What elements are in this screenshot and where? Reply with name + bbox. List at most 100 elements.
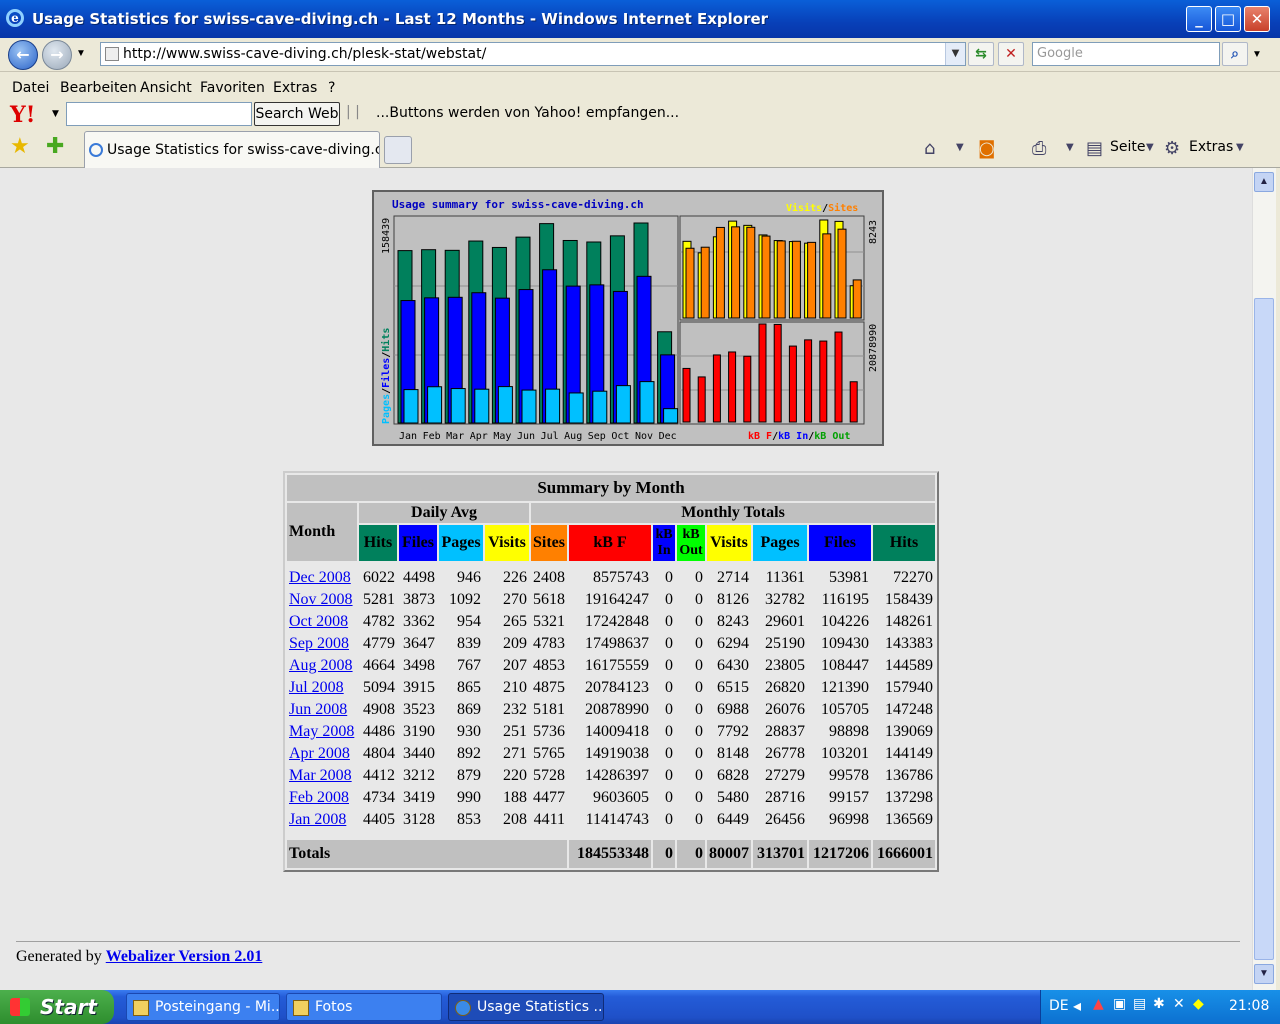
taskbar-outlook[interactable]: Posteingang - Mi...	[126, 993, 280, 1021]
table-row: Aug 2008 4664 3498 767 207 4853 16175559 0 0 6430…	[287, 656, 935, 676]
table-cell: 0	[653, 744, 675, 764]
table-row: Jul 2008 5094 3915 865 210 4875 20784123 0 0 6515…	[287, 678, 935, 698]
menu-ansicht[interactable]: Ansicht	[140, 80, 192, 96]
month-link[interactable]: Mar 2008	[289, 767, 352, 784]
bar-pages	[545, 388, 561, 424]
table-cell: 143383	[873, 634, 935, 654]
taskbar-ie[interactable]: Usage Statistics ...	[448, 993, 604, 1021]
table-cell: 4486	[359, 722, 397, 742]
scroll-up-arrow-icon[interactable]: ▲	[1254, 172, 1274, 192]
menu-bearbeiten[interactable]: Bearbeiten	[60, 80, 137, 96]
bar-pages	[474, 388, 490, 424]
month-link[interactable]: Sep 2008	[289, 635, 349, 652]
top-right-legend: Visits/Sites	[786, 202, 858, 214]
month-link[interactable]: Jan 2008	[289, 811, 346, 828]
url-dropdown-icon[interactable]: ▼	[945, 43, 965, 65]
tray-expand-icon[interactable]: ◂	[1073, 996, 1081, 1015]
tray-security-shield-icon[interactable]: ◆	[1193, 996, 1204, 1012]
yahoo-logo-icon[interactable]: Y!	[10, 102, 35, 128]
month-link[interactable]: Feb 2008	[289, 789, 349, 806]
bar-sites	[807, 241, 817, 319]
scroll-thumb[interactable]	[1254, 298, 1274, 960]
webalizer-link[interactable]: Webalizer Version 2.01	[106, 948, 263, 965]
yahoo-search-button[interactable]: Search Web	[254, 102, 340, 126]
table-cell: 5765	[531, 744, 567, 764]
chart-svg: Usage summary for swiss-cave-diving.ch V…	[380, 198, 879, 442]
refresh-button[interactable]: ⇆	[968, 42, 994, 66]
x-tick-label: Jun	[517, 431, 535, 442]
scroll-down-arrow-icon[interactable]: ▼	[1254, 964, 1274, 984]
home-icon[interactable]: ⌂	[924, 138, 935, 159]
bar-kbf	[773, 323, 782, 423]
search-input[interactable]: Google	[1032, 42, 1220, 66]
history-dropdown-icon[interactable]: ▼	[76, 48, 86, 59]
favorites-star-icon[interactable]: ★	[10, 134, 30, 159]
tray-network-icon[interactable]: ▣	[1113, 996, 1126, 1012]
new-tab-button[interactable]	[384, 136, 412, 164]
bar-kbf	[819, 340, 828, 423]
url-field[interactable]: http://www.swiss-cave-diving.ch/plesk-st…	[100, 42, 966, 66]
start-button[interactable]: Start	[0, 990, 114, 1024]
tools-menu-button[interactable]: Extras	[1189, 139, 1233, 155]
home-dropdown-icon[interactable]: ▼	[956, 142, 964, 153]
table-cell: 139069	[873, 722, 935, 742]
table-cell: 136569	[873, 810, 935, 830]
table-cell: 23805	[753, 656, 807, 676]
table-cell: 5321	[531, 612, 567, 632]
legend-sites: Sites	[828, 202, 858, 214]
table-cell: 8243	[707, 612, 751, 632]
col-kbout: kB Out	[677, 525, 705, 561]
month-link[interactable]: Apr 2008	[289, 745, 350, 762]
menu-help[interactable]: ?	[328, 80, 335, 96]
close-button[interactable]: ✕	[1244, 6, 1270, 32]
vertical-scrollbar[interactable]: ▲ ▼	[1252, 168, 1276, 990]
minimize-button[interactable]: _	[1186, 6, 1212, 32]
month-link[interactable]: Aug 2008	[289, 657, 353, 674]
tab-usage-statistics[interactable]: Usage Statistics for swiss-cave-diving.c…	[84, 131, 380, 168]
month-link[interactable]: Nov 2008	[289, 591, 353, 608]
month-column-header: Month	[287, 503, 357, 561]
month-link[interactable]: May 2008	[289, 723, 354, 740]
print-icon[interactable]: ⎙	[1032, 138, 1046, 159]
table-row: Mar 2008 4412 3212 879 220 5728 14286397 0 0 6828…	[287, 766, 935, 786]
add-favorite-icon[interactable]: ✚	[46, 134, 64, 159]
menu-datei[interactable]: Datei	[12, 80, 49, 96]
table-cell: 4405	[359, 810, 397, 830]
search-button[interactable]: ⌕	[1222, 42, 1248, 66]
table-cell: 144589	[873, 656, 935, 676]
month-link[interactable]: Jun 2008	[289, 701, 347, 718]
page-menu-button[interactable]: Seite	[1110, 139, 1146, 155]
table-cell: 0	[653, 700, 675, 720]
rss-feed-icon[interactable]: ◙	[978, 138, 995, 159]
stop-button[interactable]: ✕	[998, 42, 1024, 66]
print-dropdown-icon[interactable]: ▼	[1066, 142, 1074, 153]
yahoo-dropdown-icon[interactable]: ▼	[52, 109, 59, 119]
maximize-button[interactable]: □	[1215, 6, 1241, 32]
tray-connection-icon[interactable]: ✕	[1173, 996, 1185, 1012]
forward-button[interactable]: →	[42, 40, 72, 70]
summary-rows: Dec 2008 6022 4498 946 226 2408 8575743 0 0 2714 1…	[287, 563, 935, 830]
back-button[interactable]: ←	[8, 40, 38, 70]
address-toolbar: ← → ▼ http://www.swiss-cave-diving.ch/pl…	[0, 38, 1280, 72]
taskbar-fotos[interactable]: Fotos	[286, 993, 442, 1021]
month-link[interactable]: Jul 2008	[289, 679, 344, 696]
search-options-icon[interactable]: ▼	[1252, 49, 1262, 60]
window-titlebar[interactable]: e Usage Statistics for swiss-cave-diving…	[0, 0, 1280, 38]
table-cell: 265	[485, 612, 529, 632]
table-cell: 137298	[873, 788, 935, 808]
yahoo-search-input[interactable]	[66, 102, 252, 126]
table-cell: 0	[653, 722, 675, 742]
tools-dropdown-icon[interactable]: ▼	[1236, 142, 1244, 153]
language-indicator[interactable]: DE	[1049, 998, 1069, 1014]
page-dropdown-icon[interactable]: ▼	[1146, 142, 1154, 153]
month-link[interactable]: Dec 2008	[289, 569, 351, 586]
menu-extras[interactable]: Extras	[273, 80, 317, 96]
menu-favoriten[interactable]: Favoriten	[200, 80, 265, 96]
tray-settings-icon[interactable]: ✱	[1153, 996, 1165, 1012]
month-link[interactable]: Oct 2008	[289, 613, 348, 630]
col-monthly-pages: Pages	[753, 525, 807, 561]
table-cell: 188	[485, 788, 529, 808]
folder-icon	[293, 1000, 309, 1016]
tray-monitor-icon[interactable]: ▤	[1133, 996, 1146, 1012]
tray-alert-icon[interactable]: ▲	[1093, 996, 1104, 1012]
